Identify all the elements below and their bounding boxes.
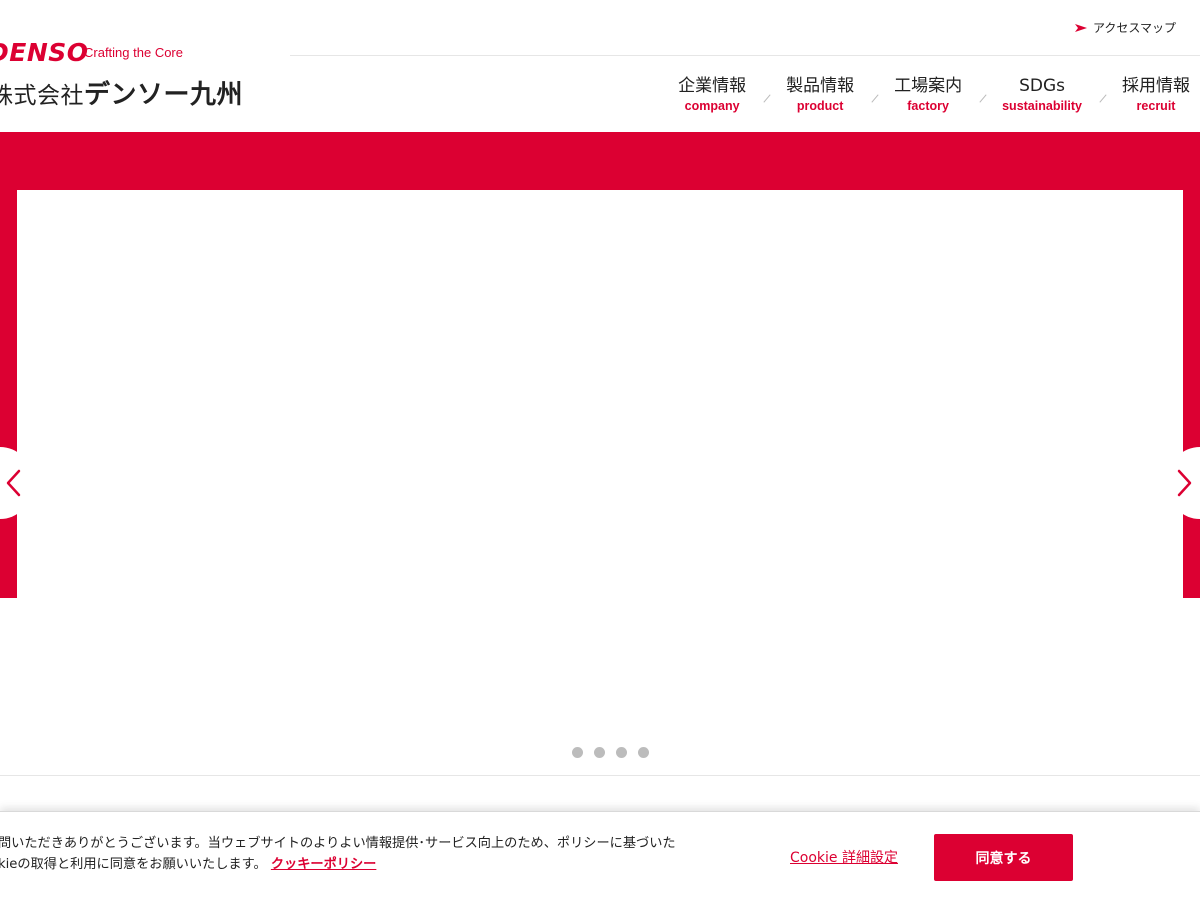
access-map-link[interactable]: アクセスマップ xyxy=(1074,19,1176,36)
chevron-right-icon xyxy=(1177,469,1192,497)
nav-item-sublabel: factory xyxy=(907,99,949,113)
site-logo[interactable]: DENSO Crafting the Core 株式会社デンソー九州 xyxy=(0,36,290,116)
nav-item-company[interactable]: 企業情報 company xyxy=(668,74,756,114)
carousel-dot[interactable] xyxy=(594,747,605,758)
cookie-banner: 問いただきありがとうございます。当ウェブサイトのよりよい情報提供･サービス向上の… xyxy=(0,811,1200,900)
header-divider xyxy=(290,55,1200,56)
nav-item-label: 採用情報 xyxy=(1122,76,1190,96)
denso-logo-text: DENSO xyxy=(0,38,89,67)
nav-item-sublabel: recruit xyxy=(1136,99,1176,113)
hero-slide[interactable] xyxy=(17,190,1183,600)
company-name-main: デンソー九州 xyxy=(84,80,244,110)
nav-item-product[interactable]: 製品情報 product xyxy=(776,74,864,114)
section-divider xyxy=(0,775,1200,776)
nav-separator xyxy=(1092,74,1112,122)
nav-separator xyxy=(972,74,992,122)
carousel-dot[interactable] xyxy=(572,747,583,758)
company-prefix: 株式会社 xyxy=(0,83,84,109)
nav-item-factory[interactable]: 工場案内 factory xyxy=(884,74,972,114)
company-name: 株式会社デンソー九州 xyxy=(0,74,243,111)
logo-tagline: Crafting the Core xyxy=(84,45,183,60)
cookie-agree-button[interactable]: 同意する xyxy=(934,834,1073,881)
chevron-left-icon xyxy=(6,469,21,497)
global-nav: 企業情報 company 製品情報 product 工場案内 factory S… xyxy=(668,74,1200,122)
nav-item-sublabel: product xyxy=(796,99,844,113)
nav-item-label: 製品情報 xyxy=(786,76,855,96)
carousel-dot[interactable] xyxy=(616,747,627,758)
nav-item-sdgs[interactable]: SDGs sustainability xyxy=(992,74,1092,114)
nav-item-sublabel: sustainability xyxy=(1002,99,1082,113)
nav-item-recruit[interactable]: 採用情報 recruit xyxy=(1112,74,1200,114)
nav-item-label: 企業情報 xyxy=(678,76,747,96)
nav-separator xyxy=(864,74,884,122)
carousel-dot[interactable] xyxy=(638,747,649,758)
nav-item-sublabel: company xyxy=(684,99,740,113)
cookie-message: 問いただきありがとうございます。当ウェブサイトのよりよい情報提供･サービス向上の… xyxy=(0,833,718,875)
access-map-label: アクセスマップ xyxy=(1092,21,1176,35)
nav-item-label: SDGs xyxy=(1019,76,1066,96)
arrow-right-icon xyxy=(1074,23,1087,32)
cookie-message-line1: 問いただきありがとうございます。当ウェブサイトのよりよい情報提供･サービス向上の… xyxy=(0,836,676,851)
cookie-message-line2: kieの取得と利用に同意をお願いいたします。 クッキーポリシー xyxy=(0,854,718,875)
site-header: DENSO Crafting the Core 株式会社デンソー九州 アクセスマ… xyxy=(0,0,1200,132)
carousel-pagination xyxy=(572,747,649,758)
cookie-settings-link[interactable]: Cookie 詳細設定 xyxy=(790,847,898,867)
nav-item-label: 工場案内 xyxy=(894,76,963,96)
cookie-policy-link[interactable]: クッキーポリシー xyxy=(271,857,377,872)
cookie-message-line2-text: kieの取得と利用に同意をお願いいたします。 xyxy=(0,857,267,872)
nav-separator xyxy=(756,74,776,122)
